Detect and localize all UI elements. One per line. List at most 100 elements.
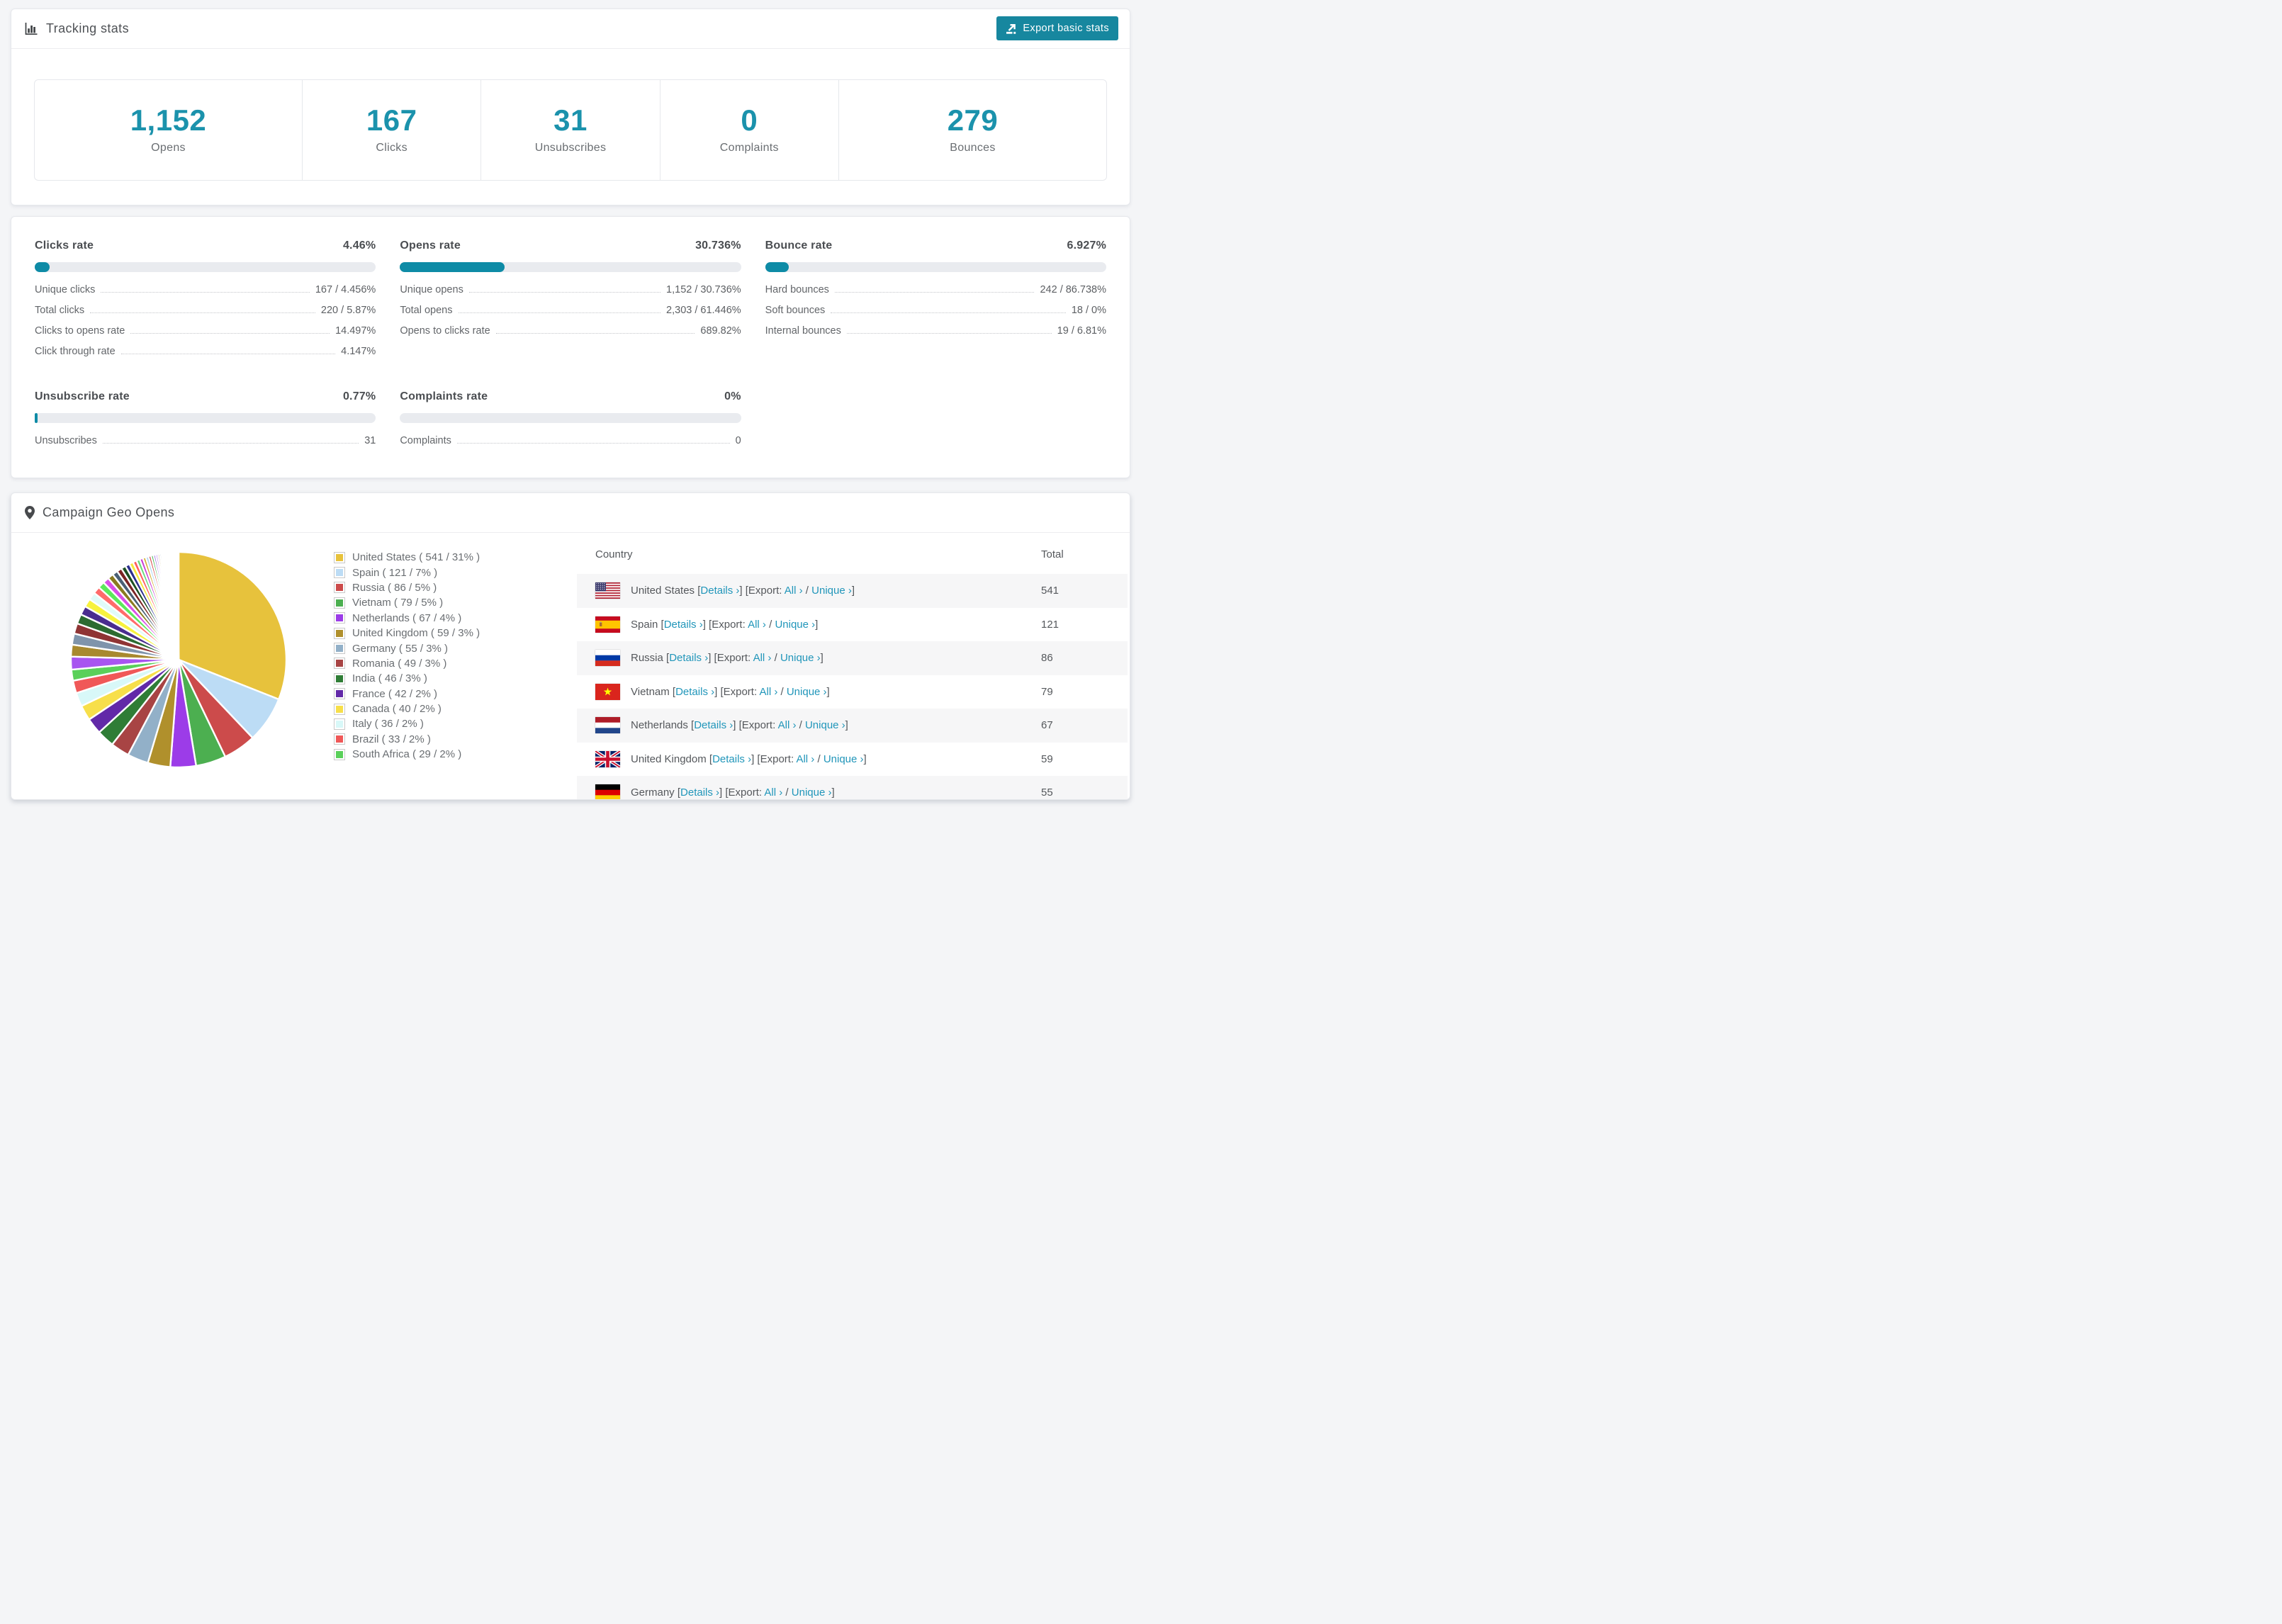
rate-percent: 0% (724, 390, 741, 402)
table-row-united-kingdom: United Kingdom [Details ›] [Export: All … (577, 743, 1128, 777)
metric-label: Total clicks (35, 305, 85, 316)
metric-label: Total opens (400, 305, 453, 316)
details-link-netherlands[interactable]: Details › (694, 719, 733, 731)
rate-block-unsubscribe-rate: Unsubscribe rate 0.77% Unsubscribes 31 (35, 385, 376, 456)
export-unique-link-united-states[interactable]: Unique › (811, 585, 852, 597)
total-value: 67 (1041, 719, 1053, 732)
table-row-netherlands: Netherlands [Details ›] [Export: All › /… (577, 709, 1128, 743)
export-button-label: Export basic stats (1023, 23, 1109, 34)
export-unique-link-vietnam[interactable]: Unique › (787, 686, 827, 698)
export-unique-link-united-kingdom[interactable]: Unique › (824, 753, 864, 765)
export-all-link-germany[interactable]: All › (764, 786, 782, 799)
export-all-link-united-kingdom[interactable]: All › (796, 753, 814, 765)
legend-label: United States ( 541 / 31% ) (352, 551, 480, 564)
rate-percent: 4.46% (342, 239, 376, 252)
map-pin-icon (25, 506, 35, 519)
legend-swatch (334, 551, 345, 563)
metric-label: Unsubscribes (35, 435, 97, 446)
table-row-vietnam: Vietnam [Details ›] [Export: All › / Uni… (577, 675, 1128, 709)
details-link-united-kingdom[interactable]: Details › (712, 753, 751, 765)
legend-label: Netherlands ( 67 / 4% ) (352, 611, 462, 624)
export-all-link-united-states[interactable]: All › (785, 585, 803, 597)
total-value: 55 (1041, 786, 1053, 799)
metric-row: Complaints 0 (400, 435, 741, 456)
flag-icon-ru (595, 650, 620, 667)
metric-value: 14.497% (335, 325, 376, 337)
export-all-link-spain[interactable]: All › (748, 619, 766, 631)
export-basic-stats-button[interactable]: Export basic stats (996, 16, 1118, 40)
legend-swatch (334, 703, 345, 715)
details-link-united-states[interactable]: Details › (700, 585, 739, 597)
pie-slice-other[interactable] (177, 551, 180, 661)
rate-percent: 30.736% (695, 239, 741, 252)
stat-cell-complaints: 0 Complaints (661, 80, 839, 180)
table-row-spain: Spain [Details ›] [Export: All › / Uniqu… (577, 608, 1128, 642)
export-unique-link-spain[interactable]: Unique › (775, 619, 815, 631)
stat-label: Clicks (376, 142, 408, 154)
dotted-leader (495, 333, 695, 334)
metric-value: 0 (735, 435, 741, 446)
legend-swatch (334, 733, 345, 745)
table-row-united-states: United States [Details ›] [Export: All ›… (577, 574, 1128, 608)
geo-country-table: Country Total United States [Details ›] … (577, 534, 1128, 799)
dotted-leader (130, 333, 330, 334)
metric-row: Click through rate 4.147% (35, 346, 376, 366)
stat-value: 1,152 (130, 103, 207, 137)
flag-icon-nl (595, 717, 620, 734)
stat-value: 31 (553, 103, 588, 137)
rate-percent: 6.927% (1067, 239, 1106, 252)
flag-icon-es (595, 616, 620, 633)
tracking-stats-title: Tracking stats (46, 21, 129, 35)
legend-item-russia: Russia ( 86 / 5% ) (334, 580, 480, 595)
dotted-leader (458, 312, 661, 313)
stat-label: Bounces (950, 142, 996, 154)
legend-item-united-kingdom: United Kingdom ( 59 / 3% ) (334, 626, 480, 641)
legend-item-vietnam: Vietnam ( 79 / 5% ) (334, 595, 480, 610)
details-link-spain[interactable]: Details › (664, 619, 703, 631)
rate-block-opens-rate: Opens rate 30.736% Unique opens 1,152 / 30.… (400, 234, 741, 366)
legend-swatch (334, 748, 345, 760)
pie-legend: United States ( 541 / 31% ) Spain ( 121 /… (334, 550, 480, 762)
geo-title: Campaign Geo Opens (43, 505, 175, 519)
legend-label: Vietnam ( 79 / 5% ) (352, 597, 444, 609)
metric-label: Unique opens (400, 284, 463, 295)
metric-label: Unique clicks (35, 284, 96, 295)
export-unique-link-russia[interactable]: Unique › (780, 652, 821, 664)
stat-cell-bounces: 279 Bounces (839, 80, 1106, 180)
dotted-leader (834, 292, 1035, 293)
total-value: 79 (1041, 685, 1053, 698)
export-all-link-netherlands[interactable]: All › (778, 719, 797, 731)
dotted-leader (846, 333, 1052, 334)
stat-value: 167 (366, 103, 417, 137)
export-all-link-russia[interactable]: All › (753, 652, 772, 664)
details-link-russia[interactable]: Details › (669, 652, 708, 664)
table-row-germany: Germany [Details ›] [Export: All › / Uni… (577, 776, 1128, 799)
column-header-country: Country (595, 548, 633, 560)
rate-title: Opens rate (400, 239, 461, 252)
metric-row: Soft bounces 18 / 0% (765, 305, 1106, 325)
export-unique-link-germany[interactable]: Unique › (792, 786, 832, 799)
legend-item-south-africa: South Africa ( 29 / 2% ) (334, 747, 480, 762)
details-link-germany[interactable]: Details › (680, 786, 719, 799)
rate-title: Unsubscribe rate (35, 390, 130, 402)
legend-item-italy: Italy ( 36 / 2% ) (334, 716, 480, 731)
export-unique-link-netherlands[interactable]: Unique › (805, 719, 845, 731)
country-cell: Netherlands [Details ›] [Export: All › /… (631, 719, 848, 732)
legend-label: South Africa ( 29 / 2% ) (352, 748, 462, 761)
legend-swatch (334, 597, 345, 609)
details-link-vietnam[interactable]: Details › (675, 686, 714, 698)
total-value: 86 (1041, 652, 1053, 665)
legend-item-spain: Spain ( 121 / 7% ) (334, 565, 480, 580)
export-all-link-vietnam[interactable]: All › (759, 686, 777, 698)
metric-row: Unique opens 1,152 / 30.736% (400, 284, 741, 305)
legend-label: United Kingdom ( 59 / 3% ) (352, 627, 480, 640)
metric-label: Hard bounces (765, 284, 829, 295)
legend-label: Romania ( 49 / 3% ) (352, 657, 447, 670)
progress-bar-fill (400, 262, 505, 272)
rate-block-clicks-rate: Clicks rate 4.46% Unique clicks 167 / 4.456… (35, 234, 376, 366)
country-cell: Germany [Details ›] [Export: All › / Uni… (631, 786, 835, 799)
stat-cell-opens: 1,152 Opens (35, 80, 303, 180)
legend-swatch (334, 627, 345, 639)
tracking-stats-header: Tracking stats Export basic stats (11, 9, 1130, 49)
metric-row: Opens to clicks rate 689.82% (400, 325, 741, 346)
